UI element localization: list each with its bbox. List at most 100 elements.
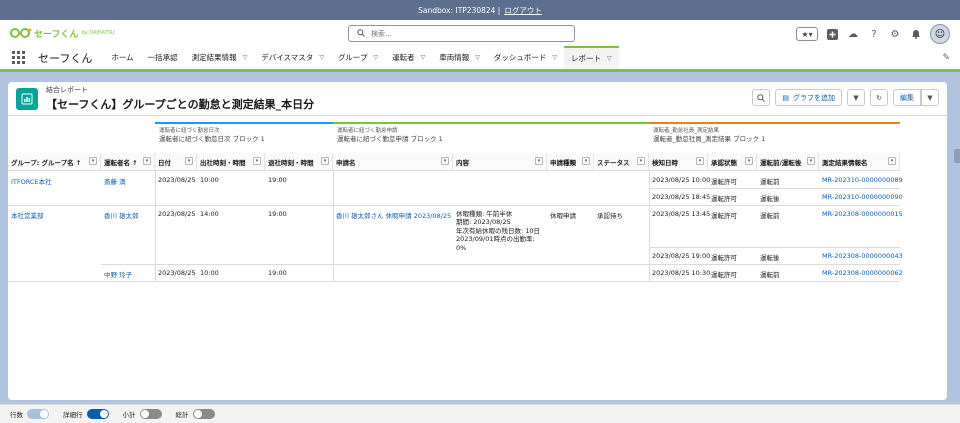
- nav-item-bulk-approval[interactable]: 一括承認: [141, 46, 185, 69]
- column-header-check-time[interactable]: 検知日時 ▾: [649, 153, 708, 171]
- chevron-down-icon[interactable]: ▽: [319, 54, 324, 61]
- clock-out-cell: 19:00: [268, 176, 287, 184]
- grand-total-toggle-group: 総計: [176, 409, 215, 419]
- group-name-cell[interactable]: 本社営業部: [8, 207, 47, 223]
- driver-name-cell[interactable]: 中野 玲子: [101, 266, 135, 282]
- column-header-application-type[interactable]: 申請種類 ▾: [547, 153, 594, 171]
- result-name-cell[interactable]: MR-202310-0000000089: [819, 173, 906, 187]
- column-menu-chevron-icon[interactable]: ▾: [582, 157, 590, 165]
- column-label: 検知日時: [652, 159, 678, 167]
- result-name-cell[interactable]: MR-202310-0000000090: [819, 190, 906, 204]
- column-menu-chevron-icon[interactable]: ▾: [441, 157, 449, 165]
- column-header-clock-in[interactable]: 出社時刻・時間 ▾: [197, 153, 265, 171]
- driver-name-cell[interactable]: 香川 雄太郎: [101, 207, 142, 223]
- result-name-cell[interactable]: MR-202308-0000000062: [819, 266, 906, 280]
- column-header-application-name[interactable]: 申請名 ▾: [333, 153, 453, 171]
- result-name-cell[interactable]: MR-202308-0000000015: [819, 207, 906, 221]
- column-menu-chevron-icon[interactable]: ▾: [535, 157, 543, 165]
- add-chart-label: グラフを追加: [793, 93, 835, 102]
- global-actions-plus-icon[interactable]: [825, 27, 839, 41]
- nav-item-device-master[interactable]: デバイスマスタ ▽: [254, 46, 331, 69]
- chevron-down-icon[interactable]: ▽: [243, 54, 248, 61]
- report-title: 【セーフくん】グループごとの勤怠と測定結果_本日分: [46, 98, 315, 111]
- driver-name-cell[interactable]: 斎藤 満: [101, 173, 129, 189]
- column-label: 内容: [456, 159, 469, 167]
- column-label: 承認状態: [711, 159, 737, 167]
- nav-item-measurement-results[interactable]: 測定結果情報 ▽: [185, 46, 255, 69]
- group-name-cell[interactable]: ITFORCE本社: [8, 173, 55, 189]
- trailhead-cloud-icon[interactable]: ☁: [846, 27, 860, 41]
- notifications-bell-icon[interactable]: [909, 27, 923, 41]
- column-header-status[interactable]: ステータス ▾: [594, 153, 649, 171]
- app-logo[interactable]: セーフくん by DAIHATSU: [10, 26, 115, 40]
- logout-link[interactable]: ログアウト: [504, 5, 542, 16]
- search-placeholder: 検索...: [371, 29, 392, 38]
- column-menu-chevron-icon[interactable]: ▾: [143, 157, 151, 165]
- nav-item-dashboard[interactable]: ダッシュボード ▽: [487, 46, 564, 69]
- chevron-down-icon[interactable]: ▽: [475, 54, 480, 61]
- chevron-down-icon[interactable]: ▽: [374, 54, 379, 61]
- check-time-cell: 2023/08/25 10:00: [652, 176, 711, 184]
- add-chart-button[interactable]: ▤ グラフを追加: [775, 89, 842, 106]
- column-menu-chevron-icon[interactable]: ▾: [888, 157, 896, 165]
- setup-gear-icon[interactable]: ⚙: [888, 27, 902, 41]
- column-menu-chevron-icon[interactable]: ▾: [696, 157, 704, 165]
- status-cell: 承認待ち: [597, 212, 623, 220]
- column-menu-chevron-icon[interactable]: ▾: [185, 157, 193, 165]
- nav-item-driver[interactable]: 運転者 ▽: [385, 46, 432, 69]
- block-divider: [649, 171, 650, 281]
- before-after-cell: 運転前: [760, 271, 780, 279]
- app-launcher-grid-icon[interactable]: [12, 50, 26, 65]
- favorites-star-icon[interactable]: ★▾: [796, 27, 818, 41]
- report-footer-toggles: 行数 詳細行 小計 総計: [0, 404, 960, 423]
- column-label: 申請種類: [550, 159, 576, 167]
- column-menu-chevron-icon[interactable]: ▾: [253, 157, 261, 165]
- detail-rows-toggle[interactable]: [86, 409, 109, 419]
- help-question-icon[interactable]: ?: [867, 27, 881, 41]
- column-header-clock-out[interactable]: 退社時刻・時間 ▾: [265, 153, 333, 171]
- global-search-input[interactable]: 検索...: [348, 25, 575, 42]
- detail-rows-label: 詳細行: [63, 411, 83, 419]
- column-header-group[interactable]: グループ: グループ名 ↑ ▾: [8, 153, 101, 171]
- row-count-toggle[interactable]: [27, 409, 49, 419]
- grand-total-toggle[interactable]: [192, 409, 215, 419]
- edit-nav-pencil-icon[interactable]: ✎: [942, 53, 950, 63]
- column-header-before-after[interactable]: 運転前/運転後 ▾: [757, 153, 819, 171]
- column-header-result-name[interactable]: 測定結果情報名 ▾: [819, 153, 900, 171]
- column-header-date[interactable]: 日付 ▾: [155, 153, 197, 171]
- approval-cell: 運転許可: [711, 271, 737, 279]
- filter-button[interactable]: ▼: [847, 89, 865, 106]
- column-menu-chevron-icon[interactable]: ▾: [807, 157, 815, 165]
- chevron-down-icon[interactable]: ▽: [552, 54, 557, 61]
- column-header-driver[interactable]: 運転者名 ↑ ▾: [101, 153, 155, 171]
- edit-button[interactable]: 編集: [893, 89, 921, 106]
- refresh-icon: ↻: [876, 93, 882, 102]
- report-icon: [16, 87, 38, 110]
- column-header-approval[interactable]: 承認状態 ▾: [708, 153, 757, 171]
- search-report-button[interactable]: [752, 89, 771, 106]
- user-avatar-icon[interactable]: ☺: [930, 24, 950, 44]
- subtotals-toggle[interactable]: [139, 409, 162, 419]
- column-menu-chevron-icon[interactable]: ▾: [637, 157, 645, 165]
- application-name-cell[interactable]: 香川 雄太郎さん 休暇申請 2023/08/25: [333, 207, 453, 223]
- nav-item-group[interactable]: グループ ▽: [331, 46, 385, 69]
- block-header-attendance-daily: 運転者に紐づく勤怠日次 運転者に紐づく勤怠日次 ブロック 1: [155, 122, 333, 148]
- refresh-button[interactable]: ↻: [870, 89, 888, 106]
- date-cell: 2023/08/25: [158, 210, 196, 218]
- date-cell: 2023/08/25: [158, 176, 196, 184]
- clock-in-cell: 14:00: [200, 210, 219, 218]
- chevron-down-icon[interactable]: ▽: [421, 54, 426, 61]
- nav-item-home[interactable]: ホーム: [104, 46, 140, 69]
- more-actions-dropdown[interactable]: ▼: [921, 89, 939, 106]
- column-menu-chevron-icon[interactable]: ▾: [321, 157, 329, 165]
- side-panel-handle[interactable]: [954, 149, 960, 163]
- nav-item-report[interactable]: レポート ▽: [564, 46, 619, 69]
- nav-item-vehicle-info[interactable]: 車両情報 ▽: [432, 46, 487, 69]
- result-name-cell[interactable]: MR-202308-0000000043: [819, 249, 906, 263]
- column-menu-chevron-icon[interactable]: ▾: [89, 157, 97, 165]
- column-menu-chevron-icon[interactable]: ▾: [745, 157, 753, 165]
- block-header-attendance-request: 運転者に紐づく勤怠申請 運転者に紐づく勤怠申請 ブロック 1: [333, 122, 649, 148]
- chevron-down-icon[interactable]: ▽: [607, 55, 612, 62]
- column-label: 測定結果情報名: [822, 159, 868, 167]
- column-header-content[interactable]: 内容 ▾: [453, 153, 547, 171]
